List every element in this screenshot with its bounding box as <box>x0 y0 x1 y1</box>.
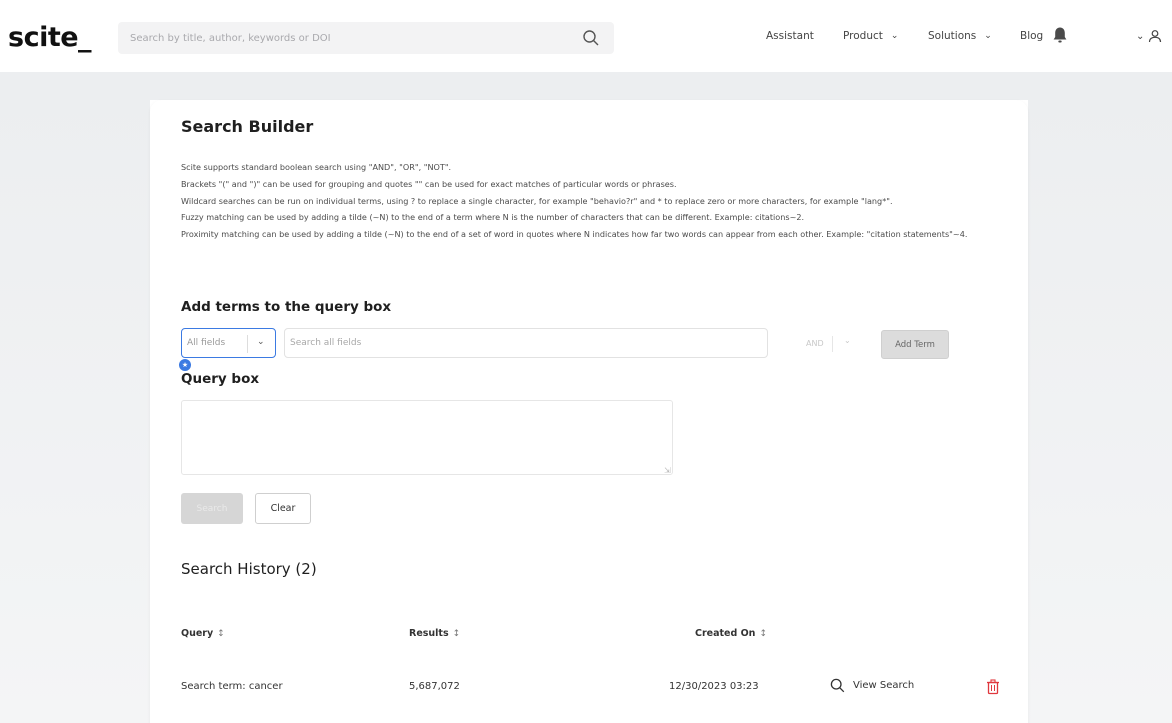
field-select[interactable]: All fields ⌄ <box>181 328 276 358</box>
search-history-heading: Search History (2) <box>181 560 317 578</box>
help-line: Wildcard searches can be run on individu… <box>181 195 893 206</box>
top-navigation-bar: scite_ Assistant Product ⌄ Solutions ⌄ B… <box>0 0 1172 72</box>
history-row-created: 12/30/2023 03:23 <box>669 681 759 692</box>
nav-solutions-label: Solutions <box>928 30 977 42</box>
column-header-query[interactable]: Query ↕ <box>181 628 225 639</box>
nav-assistant[interactable]: Assistant <box>766 30 814 42</box>
add-terms-heading: Add terms to the query box <box>181 299 392 315</box>
sort-icon: ↕ <box>759 628 767 639</box>
scite-logo[interactable]: scite_ <box>8 22 92 53</box>
column-label: Results <box>409 628 449 639</box>
column-label: Query <box>181 628 214 639</box>
nav-blog-label: Blog <box>1020 30 1044 42</box>
operator-select[interactable]: AND ⌄ <box>790 332 858 356</box>
search-icon <box>830 678 845 693</box>
query-box-textarea[interactable] <box>181 400 673 475</box>
search-help-text: Scite supports standard boolean search u… <box>181 159 1003 243</box>
operator-value: AND <box>806 339 824 348</box>
help-line: Brackets "(" and ")" can be used for gro… <box>181 178 677 189</box>
view-search-label: View Search <box>853 680 915 691</box>
sort-icon: ↕ <box>452 628 461 639</box>
history-row-results: 5,687,072 <box>409 681 460 692</box>
history-row-query: Search term: cancer <box>181 681 283 692</box>
user-menu[interactable]: ⌄ <box>1136 29 1162 43</box>
trash-icon[interactable] <box>986 679 1000 695</box>
column-label: Created On <box>695 628 756 639</box>
search-builder-card: Search Builder Scite supports standard b… <box>150 100 1028 723</box>
resize-handle-icon[interactable]: ⇲ <box>664 466 671 475</box>
page-title: Search Builder <box>181 117 314 136</box>
nav-solutions[interactable]: Solutions ⌄ <box>928 30 992 42</box>
global-search-input[interactable] <box>130 22 570 54</box>
field-select-value: All fields <box>187 338 226 348</box>
extension-badge-icon[interactable]: ★ <box>179 359 191 371</box>
nav-blog[interactable]: Blog <box>1020 30 1043 42</box>
page-background-top <box>150 72 1028 100</box>
page-background-right <box>1028 72 1172 723</box>
chevron-down-icon: ⌄ <box>1136 30 1145 42</box>
help-line: Fuzzy matching can be used by adding a t… <box>181 212 805 223</box>
chevron-down-icon: ⌄ <box>257 337 265 347</box>
nav-assistant-label: Assistant <box>766 30 814 42</box>
term-input-field[interactable] <box>284 328 768 358</box>
add-term-button[interactable]: Add Term <box>881 330 949 359</box>
help-line: Proximity matching can be used by adding… <box>181 229 968 240</box>
column-header-created-on[interactable]: Created On ↕ <box>695 628 767 639</box>
page-background-left <box>0 72 150 723</box>
chevron-down-icon: ⌄ <box>984 31 992 41</box>
global-search[interactable] <box>118 22 614 54</box>
bell-icon[interactable] <box>1052 26 1068 44</box>
nav-product[interactable]: Product ⌄ <box>843 30 898 42</box>
sort-icon: ↕ <box>217 628 225 639</box>
search-button[interactable]: Search <box>181 493 243 524</box>
divider <box>247 335 248 353</box>
chevron-down-icon: ⌄ <box>844 336 851 345</box>
divider <box>832 336 833 352</box>
view-search-button[interactable]: View Search <box>830 678 914 693</box>
search-icon[interactable] <box>582 29 600 47</box>
query-box-heading: Query box <box>181 371 260 387</box>
term-input[interactable] <box>290 329 760 357</box>
help-line: Scite supports standard boolean search u… <box>181 162 452 172</box>
chevron-down-icon: ⌄ <box>890 31 899 41</box>
nav-product-label: Product <box>843 30 883 42</box>
column-header-results[interactable]: Results ↕ <box>409 628 460 639</box>
clear-button[interactable]: Clear <box>255 493 311 524</box>
user-icon <box>1149 30 1162 43</box>
